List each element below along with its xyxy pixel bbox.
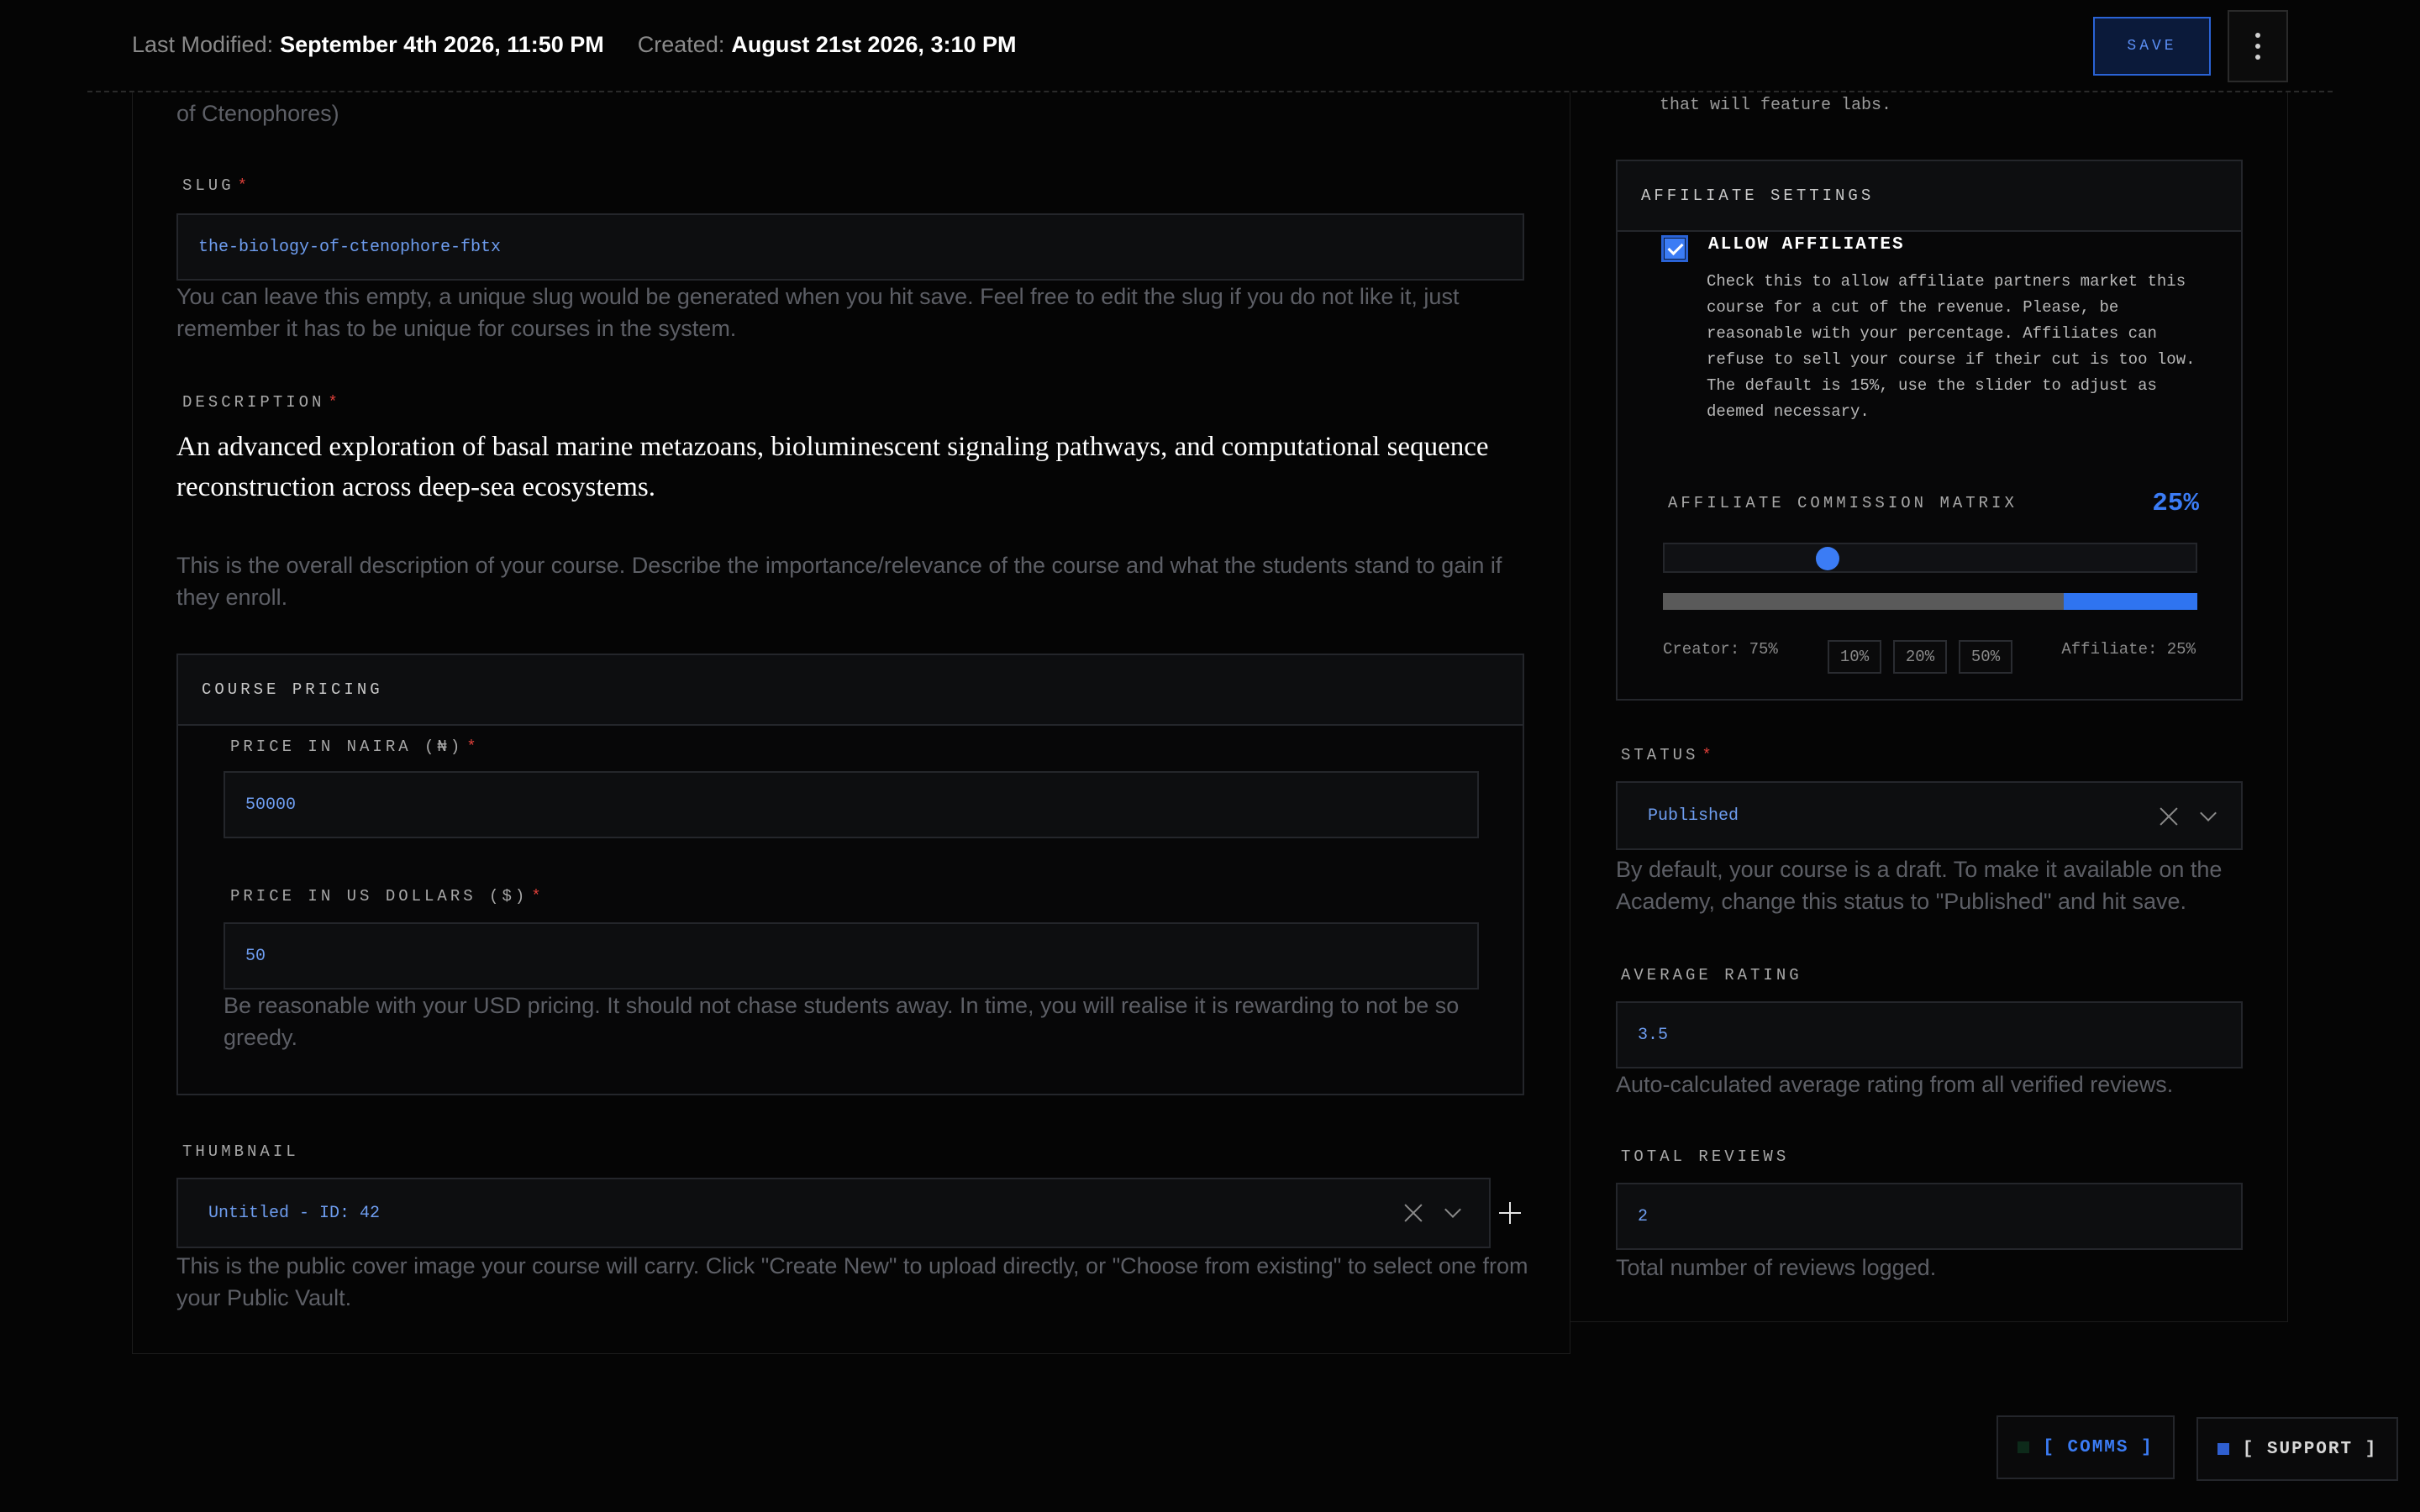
description-editor[interactable]: An advanced exploration of basal marine … (176, 427, 1538, 507)
price-usd-label: PRICE IN US DOLLARS ($) * (230, 887, 544, 906)
price-usd-input[interactable]: 50 (224, 922, 1479, 990)
support-indicator-icon (2217, 1443, 2229, 1455)
top-bar: Last Modified: September 4th 2026, 11:50 … (0, 0, 2420, 92)
split-bar-affiliate (2064, 593, 2197, 610)
split-bar (1663, 593, 2197, 610)
thumbnail-help: This is the public cover image your cour… (176, 1253, 1528, 1310)
description-label: DESCRIPTION * (182, 393, 341, 412)
thumbnail-selected-value: Untitled - ID: 42 (208, 1203, 381, 1223)
slug-input[interactable]: the-biology-of-ctenophore-fbtx (176, 213, 1524, 281)
check-icon (1665, 239, 1685, 259)
average-rating-label: AVERAGE RATING (1621, 966, 1802, 984)
created-value: August 21st 2026, 3:10 PM (731, 32, 1017, 57)
thumbnail-select[interactable]: Untitled - ID: 42 (176, 1178, 1491, 1248)
preset-10-button[interactable]: 10% (1828, 640, 1881, 674)
average-rating-input[interactable]: 3.5 (1616, 1001, 2243, 1068)
status-help: By default, your course is a draft. To m… (1616, 857, 2223, 914)
creator-share: Creator: 75% (1663, 640, 1778, 659)
slug-help: You can leave this empty, a unique slug … (176, 284, 1460, 341)
status-label: STATUS * (1621, 746, 1715, 764)
total-reviews-help: Total number of reviews logged. (1616, 1255, 1937, 1280)
affiliate-settings-section: AFFILIATE SETTINGS ALLOW AFFILIATES Chec… (1616, 160, 2243, 701)
course-main-panel: of Ctenophores) SLUG * the-biology-of-cte… (132, 92, 1570, 1354)
more-options-button[interactable] (2228, 10, 2288, 82)
comms-indicator-icon (2018, 1441, 2030, 1453)
last-modified-value: September 4th 2026, 11:50 PM (280, 32, 604, 57)
commission-percent: 25% (2152, 489, 2199, 518)
last-modified: Last Modified: September 4th 2026, 11:50 … (132, 32, 604, 57)
average-rating-help: Auto-calculated average rating from all … (1616, 1072, 2174, 1097)
created: Created: August 21st 2026, 3:10 PM (637, 32, 1017, 57)
clear-icon[interactable] (1403, 1203, 1423, 1223)
status-selected-value: Published (1648, 806, 1739, 826)
slug-label: SLUG * (182, 176, 251, 195)
allow-affiliates-checkbox[interactable] (1661, 235, 1688, 262)
commission-matrix-label: AFFILIATE COMMISSION MATRIX (1668, 494, 2018, 512)
total-reviews-label: TOTAL REVIEWS (1621, 1147, 1790, 1166)
allow-affiliates-help: Check this to allow affiliate partners m… (1707, 272, 2196, 421)
total-reviews-input[interactable]: 2 (1616, 1183, 2243, 1250)
chevron-down-icon[interactable] (2200, 805, 2217, 822)
description-help: This is the overall description of your … (176, 553, 1502, 610)
affiliate-settings-title: AFFILIATE SETTINGS (1618, 161, 2241, 232)
affiliate-share: Affiliate: 25% (2061, 640, 2196, 659)
thumbnail-label: THUMBNAIL (182, 1142, 299, 1161)
clear-status-icon[interactable] (2159, 806, 2179, 827)
record-meta: Last Modified: September 4th 2026, 11:50 … (132, 32, 1016, 58)
more-vertical-icon (2255, 33, 2260, 38)
course-pricing-title: COURSE PRICING (178, 655, 1523, 726)
price-usd-help: Be reasonable with your USD pricing. It … (224, 993, 1460, 1050)
chevron-down-icon[interactable] (1444, 1201, 1461, 1218)
commission-slider[interactable] (1663, 543, 2197, 573)
title-overflow-text: of Ctenophores) (176, 101, 339, 126)
price-naira-input[interactable]: 50000 (224, 771, 1479, 838)
slider-thumb[interactable] (1816, 547, 1839, 570)
course-sidebar-panel: that will feature labs. AFFILIATE SETTIN… (1570, 92, 2288, 1322)
save-button[interactable]: SAVE (2093, 17, 2211, 76)
support-button[interactable]: [ SUPPORT ] (2196, 1417, 2398, 1481)
preset-20-button[interactable]: 20% (1893, 640, 1947, 674)
course-pricing-section: COURSE PRICING PRICE IN NAIRA (₦) * 50000… (176, 654, 1524, 1095)
add-thumbnail-icon[interactable] (1499, 1202, 1521, 1224)
comms-button[interactable]: [ COMMS ] (1996, 1415, 2175, 1479)
allow-affiliates-label[interactable]: ALLOW AFFILIATES (1708, 235, 1905, 255)
status-select[interactable]: Published (1616, 781, 2243, 850)
price-naira-label: PRICE IN NAIRA (₦) * (230, 738, 480, 756)
overflow-text: that will feature labs. (1660, 96, 1892, 115)
preset-50-button[interactable]: 50% (1959, 640, 2012, 674)
